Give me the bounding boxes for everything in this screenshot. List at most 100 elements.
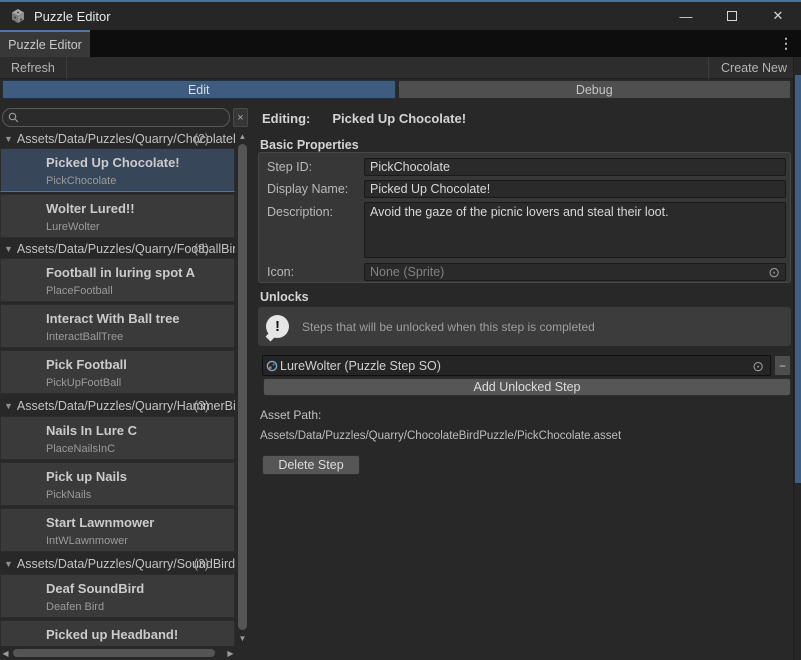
list-item[interactable]: Wolter Lured!! LureWolter	[0, 194, 235, 238]
close-button[interactable]: ✕	[755, 2, 801, 30]
asset-path-value: Assets/Data/Puzzles/Quarry/ChocolateBird…	[260, 430, 621, 442]
step-editor-panel: Editing: Picked Up Chocolate! Basic Prop…	[252, 100, 793, 660]
tab-bar: Puzzle Editor ⋮	[0, 30, 801, 57]
group-header[interactable]: ▼ Assets/Data/Puzzles/Quarry/Chocolatel …	[0, 130, 235, 148]
minimize-button[interactable]: —	[663, 2, 709, 30]
toolbar: Refresh Create New	[0, 57, 801, 79]
editing-value: Picked Up Chocolate!	[332, 111, 466, 126]
asset-path-label: Asset Path:	[260, 408, 321, 422]
content-area: × ▼ Assets/Data/Puzzles/Quarry/Chocolate…	[0, 100, 793, 660]
description-field[interactable]: Avoid the gaze of the picnic lovers and …	[364, 202, 786, 258]
item-title: Picked up Headband!	[46, 627, 230, 642]
item-id: PickUpFootBall	[46, 377, 230, 389]
group-count: (2)	[194, 132, 209, 146]
foldout-icon: ▼	[4, 559, 13, 569]
window-vertical-scroll-thumb[interactable]	[795, 75, 801, 483]
delete-step-button[interactable]: Delete Step	[262, 455, 360, 475]
display-name-field[interactable]	[364, 180, 786, 198]
maximize-icon	[727, 11, 737, 21]
list-item[interactable]: Deaf SoundBird Deafen Bird	[0, 574, 235, 618]
description-label: Description:	[267, 205, 333, 219]
tab-puzzle-editor[interactable]: Puzzle Editor	[0, 30, 90, 57]
item-id: InteractBallTree	[46, 331, 230, 343]
list-item[interactable]: Pick Football PickUpFootBall	[0, 350, 235, 394]
unlocked-step-value: LureWolter (Puzzle Step SO)	[280, 359, 752, 373]
search-box[interactable]	[2, 108, 230, 127]
add-unlocked-step-button[interactable]: Add Unlocked Step	[263, 378, 791, 396]
unlocks-help-box: ! Steps that will be unlocked when this …	[258, 307, 791, 346]
item-title: Picked Up Chocolate!	[46, 155, 230, 170]
object-picker-icon[interactable]: ⊙	[752, 359, 764, 373]
item-id: Deafen Bird	[46, 601, 230, 613]
list-item[interactable]: Picked Up Chocolate! PickChocolate	[0, 148, 235, 192]
icon-object-field[interactable]: None (Sprite) ⊙	[364, 263, 786, 281]
steps-list-panel: × ▼ Assets/Data/Puzzles/Quarry/Chocolate…	[0, 100, 250, 660]
item-title: Wolter Lured!!	[46, 201, 230, 216]
scroll-up-icon[interactable]: ▲	[237, 132, 248, 141]
group-header[interactable]: ▼ Assets/Data/Puzzles/Quarry/HammerBi (3…	[0, 397, 235, 415]
basic-properties-title: Basic Properties	[260, 138, 359, 152]
unlocks-help-text: Steps that will be unlocked when this st…	[302, 320, 595, 334]
editing-header: Editing: Picked Up Chocolate!	[262, 111, 466, 126]
item-id: PlaceFootball	[46, 285, 230, 297]
search-input[interactable]	[23, 111, 229, 125]
display-name-label: Display Name:	[267, 182, 348, 196]
item-id: IntWLawnmower	[46, 535, 230, 547]
item-title: Deaf SoundBird	[46, 581, 230, 596]
create-new-button[interactable]: Create New	[708, 57, 791, 79]
tab-edit[interactable]: Edit	[2, 80, 396, 99]
object-picker-icon[interactable]: ⊙	[768, 265, 780, 279]
editing-label: Editing:	[262, 111, 310, 126]
unlocked-step-object-field[interactable]: LureWolter (Puzzle Step SO) ⊙	[262, 355, 771, 376]
list-horizontal-scroll-thumb[interactable]	[13, 649, 215, 657]
tab-debug[interactable]: Debug	[398, 80, 792, 99]
group-count: (3)	[194, 557, 209, 571]
puzzle-editor-window: Puzzle Editor — ✕ Puzzle Editor ⋮ Refres…	[0, 0, 801, 660]
item-title: Pick Football	[46, 357, 230, 372]
app-cube-icon	[10, 8, 26, 24]
foldout-icon: ▼	[4, 134, 13, 144]
scroll-down-icon[interactable]: ▼	[237, 634, 248, 643]
item-title: Interact With Ball tree	[46, 311, 230, 326]
group-count: (3)	[194, 399, 209, 413]
item-id: LureWolter	[46, 221, 230, 233]
remove-unlocked-step-button[interactable]: −	[774, 355, 791, 376]
unlocks-title: Unlocks	[260, 290, 309, 304]
group-header[interactable]: ▼ Assets/Data/Puzzles/Quarry/FootballBir…	[0, 240, 235, 258]
scroll-right-icon[interactable]: ▶	[225, 649, 236, 658]
list-horizontal-scrollbar[interactable]: ◀ ▶	[0, 646, 236, 660]
step-id-field[interactable]	[364, 158, 786, 176]
mode-tabs: Edit Debug	[0, 79, 793, 100]
scriptable-object-icon	[266, 360, 278, 372]
maximize-button[interactable]	[709, 2, 755, 30]
search-icon	[8, 112, 19, 123]
list-item[interactable]: Start Lawnmower IntWLawnmower	[0, 508, 235, 552]
list-item[interactable]: Pick up Nails PickNails	[0, 462, 235, 506]
icon-label: Icon:	[267, 265, 294, 279]
list-vertical-scrollbar[interactable]: ▲ ▼	[237, 130, 248, 645]
item-title: Start Lawnmower	[46, 515, 230, 530]
list-item[interactable]: Nails In Lure C PlaceNailsInC	[0, 416, 235, 460]
item-id: PlaceNailsInC	[46, 443, 230, 455]
search-clear-button[interactable]: ×	[233, 108, 248, 127]
step-id-label: Step ID:	[267, 160, 312, 174]
group-header[interactable]: ▼ Assets/Data/Puzzles/Quarry/SoundBird (…	[0, 555, 235, 573]
basic-properties-box: Step ID: Display Name: Description: Avoi…	[258, 152, 791, 283]
icon-object-value: None (Sprite)	[370, 265, 768, 279]
list-item[interactable]: Interact With Ball tree InteractBallTree	[0, 304, 235, 348]
item-title: Nails In Lure C	[46, 423, 230, 438]
tab-menu-icon[interactable]: ⋮	[779, 35, 793, 52]
foldout-icon: ▼	[4, 244, 13, 254]
group-count: (3)	[194, 242, 209, 256]
refresh-button[interactable]: Refresh	[0, 57, 67, 79]
item-id: PickChocolate	[46, 175, 230, 187]
titlebar: Puzzle Editor — ✕	[0, 2, 801, 30]
item-title: Pick up Nails	[46, 469, 230, 484]
window-vertical-scrollbar[interactable]	[793, 57, 801, 660]
foldout-icon: ▼	[4, 401, 13, 411]
window-title: Puzzle Editor	[34, 9, 111, 24]
list-vertical-scroll-thumb[interactable]	[238, 144, 247, 630]
scroll-left-icon[interactable]: ◀	[0, 649, 11, 658]
item-id: PickNails	[46, 489, 230, 501]
list-item[interactable]: Football in luring spot A PlaceFootball	[0, 258, 235, 302]
